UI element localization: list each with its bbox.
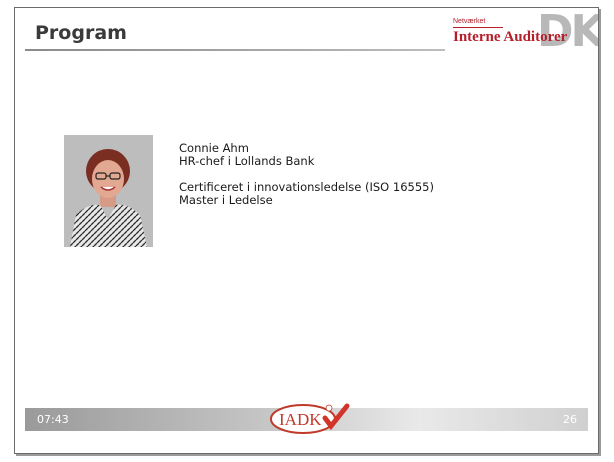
logo-underline (453, 27, 503, 28)
speaker-bio: Connie Ahm HR-chef i Lollands Bank Certi… (179, 142, 434, 207)
logo-small-text: Netværket (453, 18, 486, 25)
page-number: 26 (563, 413, 577, 426)
iadk-logo: IADK (259, 402, 355, 436)
logo-name: Interne Auditorer (453, 29, 568, 45)
iadk-logo-text: IADK (279, 410, 322, 429)
page-title: Program (35, 22, 127, 44)
title-divider (25, 49, 445, 51)
speaker-role: HR-chef i Lollands Bank (179, 154, 315, 168)
interne-auditorer-logo: DK Netværket Interne Auditorer (451, 8, 598, 57)
slide: Program DK Netværket Interne Auditorer C… (14, 7, 599, 454)
speaker-credential: Master i Ledelse (179, 193, 273, 207)
portrait-photo (64, 135, 153, 247)
footer-time: 07:43 (37, 413, 69, 426)
